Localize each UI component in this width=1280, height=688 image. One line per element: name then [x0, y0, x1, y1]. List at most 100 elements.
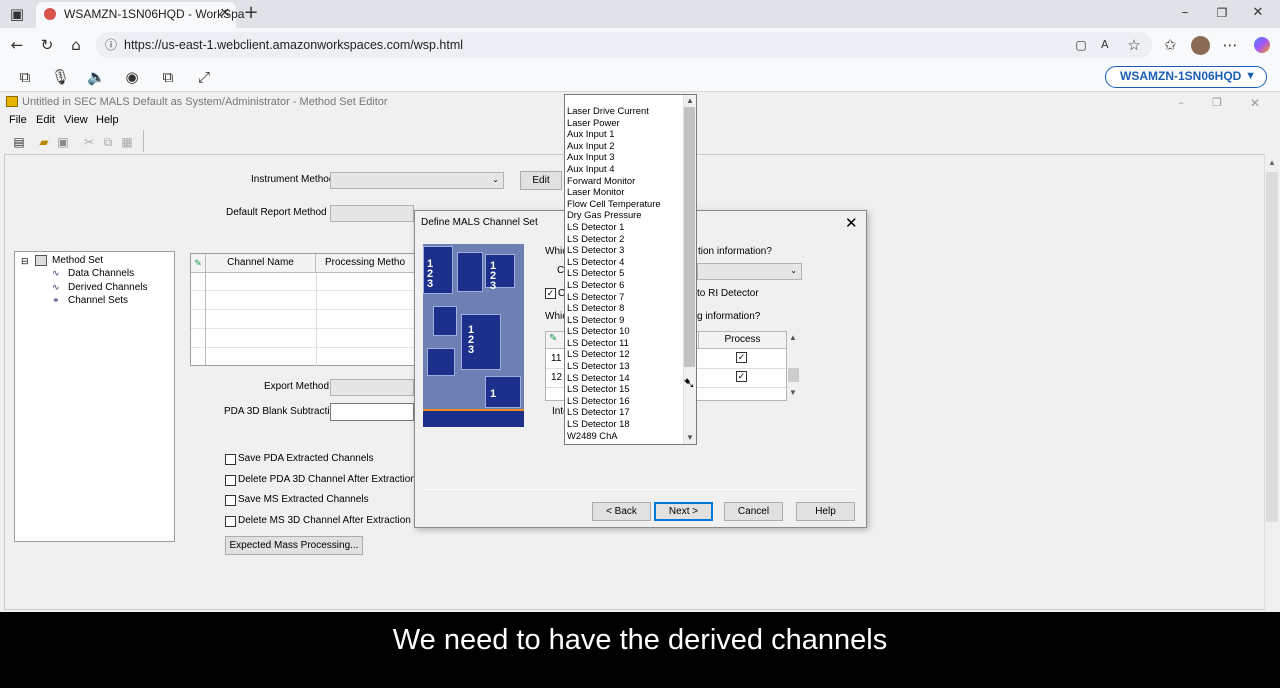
- dropdown-option[interactable]: LS Detector 14: [567, 372, 683, 384]
- cancel-button[interactable]: Cancel: [724, 502, 783, 521]
- ri-detector-checkbox[interactable]: ✓: [545, 288, 556, 299]
- paste-icon[interactable]: ▦: [118, 134, 136, 150]
- clipboard-icon[interactable]: ⧉: [159, 69, 177, 85]
- cut-icon[interactable]: ✂: [80, 134, 98, 150]
- process-checkbox[interactable]: ✓: [736, 371, 747, 382]
- fullscreen-icon[interactable]: ⤢: [195, 69, 213, 85]
- grid-header-channel-name[interactable]: Channel Name: [206, 254, 316, 273]
- pda-blank-input[interactable]: [330, 403, 414, 421]
- windows-icon[interactable]: ⧉: [16, 69, 34, 85]
- workspace-chip[interactable]: WSAMZN-1SN06HQD ▼: [1105, 66, 1267, 88]
- save-pda-checkbox[interactable]: [225, 454, 236, 465]
- more-menu-icon[interactable]: ⋯: [1221, 37, 1239, 53]
- read-aloud-icon[interactable]: A: [1101, 38, 1109, 51]
- dropdown-option[interactable]: LS Detector 3: [567, 244, 683, 256]
- tree-channel-sets[interactable]: Channel Sets: [68, 295, 128, 306]
- dropdown-option[interactable]: Forward Monitor: [567, 175, 683, 187]
- collapse-icon[interactable]: ⊟: [21, 256, 29, 267]
- dropdown-option[interactable]: LS Detector 2: [567, 233, 683, 245]
- menu-view[interactable]: View: [64, 114, 88, 126]
- delete-pda-checkbox[interactable]: [225, 475, 236, 486]
- open-folder-icon[interactable]: ▰: [35, 134, 53, 150]
- grid-scroll-thumb[interactable]: [788, 368, 799, 382]
- save-icon[interactable]: ▣: [54, 134, 72, 150]
- dropdown-option[interactable]: LS Detector 13: [567, 360, 683, 372]
- dropdown-option[interactable]: Dry Gas Pressure: [567, 209, 683, 221]
- grid-scroll-up-icon[interactable]: ▲: [789, 333, 797, 342]
- home-icon[interactable]: ⌂: [67, 37, 85, 53]
- dropdown-option[interactable]: Laser Drive Current: [567, 105, 683, 117]
- process-checkbox[interactable]: ✓: [736, 352, 747, 363]
- dropdown-option[interactable]: LS Detector 15: [567, 383, 683, 395]
- expected-mass-button[interactable]: Expected Mass Processing...: [225, 536, 363, 555]
- menu-help[interactable]: Help: [96, 114, 119, 126]
- app-close-icon[interactable]: ✕: [1246, 95, 1264, 111]
- copilot-icon[interactable]: [1254, 37, 1270, 53]
- table-row[interactable]: [191, 311, 415, 329]
- vertical-scrollbar[interactable]: ▲: [1264, 154, 1280, 610]
- dropdown-option[interactable]: LS Detector 12: [567, 348, 683, 360]
- webcam-icon[interactable]: ◉: [123, 69, 141, 85]
- dropdown-option[interactable]: LS Detector 6: [567, 279, 683, 291]
- copy-icon[interactable]: ⧉: [99, 134, 117, 150]
- dropdown-option[interactable]: Aux Input 4: [567, 163, 683, 175]
- back-icon[interactable]: ←: [8, 37, 26, 53]
- detector-combo[interactable]: ⌄: [697, 263, 802, 280]
- dropdown-option[interactable]: Aux Input 3: [567, 151, 683, 163]
- dropdown-option[interactable]: LS Detector 11: [567, 337, 683, 349]
- grid-scroll-down-icon[interactable]: ▼: [789, 388, 797, 397]
- dialog-close-icon[interactable]: ✕: [845, 214, 858, 232]
- new-tab-icon[interactable]: +: [242, 4, 260, 22]
- menu-file[interactable]: File: [9, 114, 27, 126]
- app-minimize-icon[interactable]: –: [1172, 95, 1190, 111]
- microphone-icon[interactable]: 🎙: [51, 69, 70, 85]
- save-ms-checkbox[interactable]: [225, 495, 236, 506]
- site-info-icon[interactable]: ⓘ: [102, 37, 120, 53]
- edit-button[interactable]: Edit: [520, 171, 562, 190]
- app-restore-icon[interactable]: ❐: [1208, 95, 1226, 111]
- dropdown-option[interactable]: LS Detector 1: [567, 221, 683, 233]
- speaker-icon[interactable]: 🔈: [87, 69, 106, 85]
- scroll-thumb[interactable]: [1266, 172, 1278, 522]
- dropdown-option[interactable]: Aux Input 1: [567, 128, 683, 140]
- next-button[interactable]: Next >: [654, 502, 713, 521]
- dropdown-option[interactable]: LS Detector 5: [567, 267, 683, 279]
- menu-edit[interactable]: Edit: [36, 114, 55, 126]
- dropdown-option[interactable]: LS Detector 4: [567, 256, 683, 268]
- profile-avatar[interactable]: [1191, 36, 1210, 55]
- reader-icon[interactable]: ▢: [1072, 37, 1090, 53]
- minimize-icon[interactable]: –: [1176, 5, 1194, 21]
- table-row[interactable]: [191, 292, 415, 310]
- table-row[interactable]: [191, 273, 415, 291]
- dropdown-option[interactable]: W2489 ChA: [567, 430, 683, 442]
- channel-dropdown-list[interactable]: Laser Drive Current Laser Power Aux Input …: [564, 94, 697, 445]
- dropdown-option[interactable]: LS Detector 7: [567, 291, 683, 303]
- instrument-method-combo[interactable]: ⌄: [330, 172, 504, 189]
- process-header[interactable]: Process: [698, 332, 786, 349]
- refresh-icon[interactable]: ↻: [38, 37, 56, 53]
- dropdown-option[interactable]: Flow Cell Temperature: [567, 198, 683, 210]
- window-close-icon[interactable]: ✕: [1249, 5, 1267, 21]
- dropdown-option[interactable]: LS Detector 16: [567, 395, 683, 407]
- export-method-combo[interactable]: [330, 379, 414, 396]
- tab-close-icon[interactable]: ✕: [216, 6, 234, 22]
- maximize-icon[interactable]: ❐: [1213, 5, 1231, 21]
- default-report-combo[interactable]: [330, 205, 414, 222]
- favorite-star-icon[interactable]: ☆: [1125, 37, 1143, 53]
- delete-ms-checkbox[interactable]: [225, 516, 236, 527]
- dropdown-option[interactable]: LS Detector 10: [567, 325, 683, 337]
- dropdown-scroll-up-icon[interactable]: ▲: [686, 96, 694, 105]
- dropdown-option[interactable]: Laser Power: [567, 117, 683, 129]
- favorites-icon[interactable]: ✩: [1161, 37, 1179, 53]
- tree-derived-channels[interactable]: Derived Channels: [68, 282, 148, 293]
- dropdown-option[interactable]: Aux Input 2: [567, 140, 683, 152]
- dropdown-option[interactable]: LS Detector 8: [567, 302, 683, 314]
- dropdown-option[interactable]: Laser Monitor: [567, 186, 683, 198]
- dropdown-option[interactable]: LS Detector 9: [567, 314, 683, 326]
- grid-header-processing-method[interactable]: Processing Metho: [316, 254, 415, 273]
- help-button[interactable]: Help: [796, 502, 855, 521]
- back-button[interactable]: < Back: [592, 502, 651, 521]
- tab-actions-icon[interactable]: ▣: [8, 6, 26, 22]
- dropdown-option[interactable]: LS Detector 17: [567, 406, 683, 418]
- new-method-icon[interactable]: ▤: [10, 134, 28, 150]
